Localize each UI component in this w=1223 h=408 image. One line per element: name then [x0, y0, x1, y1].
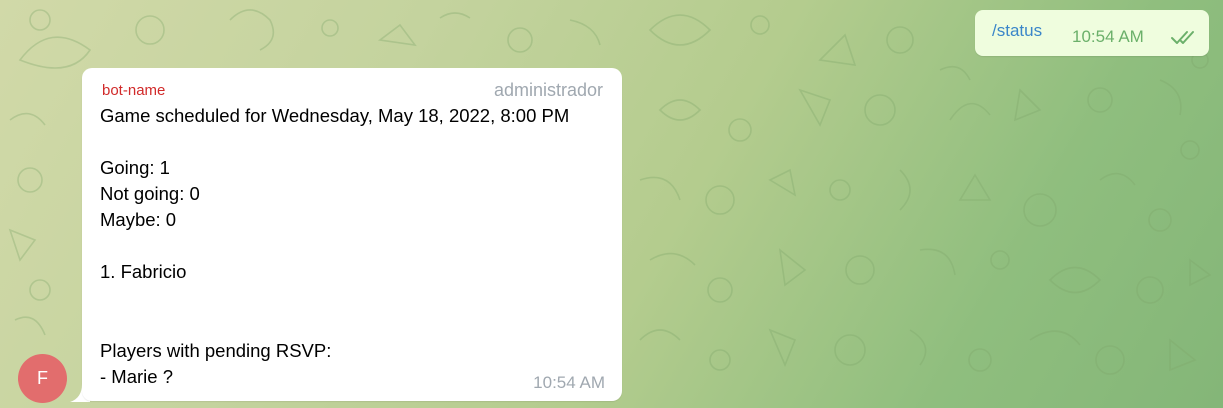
game-schedule-line: Game scheduled for Wednesday, May 18, 20… [100, 105, 570, 126]
avatar[interactable]: F [18, 354, 67, 403]
player-list-item: 1. Fabricio [100, 261, 187, 282]
double-check-icon [1171, 31, 1194, 44]
pending-player-item: - Marie ? [100, 366, 173, 387]
sender-name[interactable]: bot-name [102, 82, 165, 99]
bot-command-link[interactable]: /status [992, 21, 1042, 41]
incoming-message-bubble[interactable]: bot-name administrador Game scheduled fo… [82, 68, 622, 401]
maybe-count-line: Maybe: 0 [100, 209, 177, 230]
outgoing-message-bubble[interactable]: /status 10:54 AM [975, 10, 1209, 56]
sender-role-badge: administrador [493, 80, 603, 100]
pending-rsvp-heading: Players with pending RSVP: [100, 340, 332, 361]
going-count-line: Going: 1 [100, 157, 170, 178]
avatar-initial: F [37, 368, 48, 388]
not-going-count-line: Not going: 0 [100, 183, 200, 204]
message-timestamp: 10:54 AM [533, 373, 605, 392]
message-timestamp: 10:54 AM [1072, 27, 1144, 46]
